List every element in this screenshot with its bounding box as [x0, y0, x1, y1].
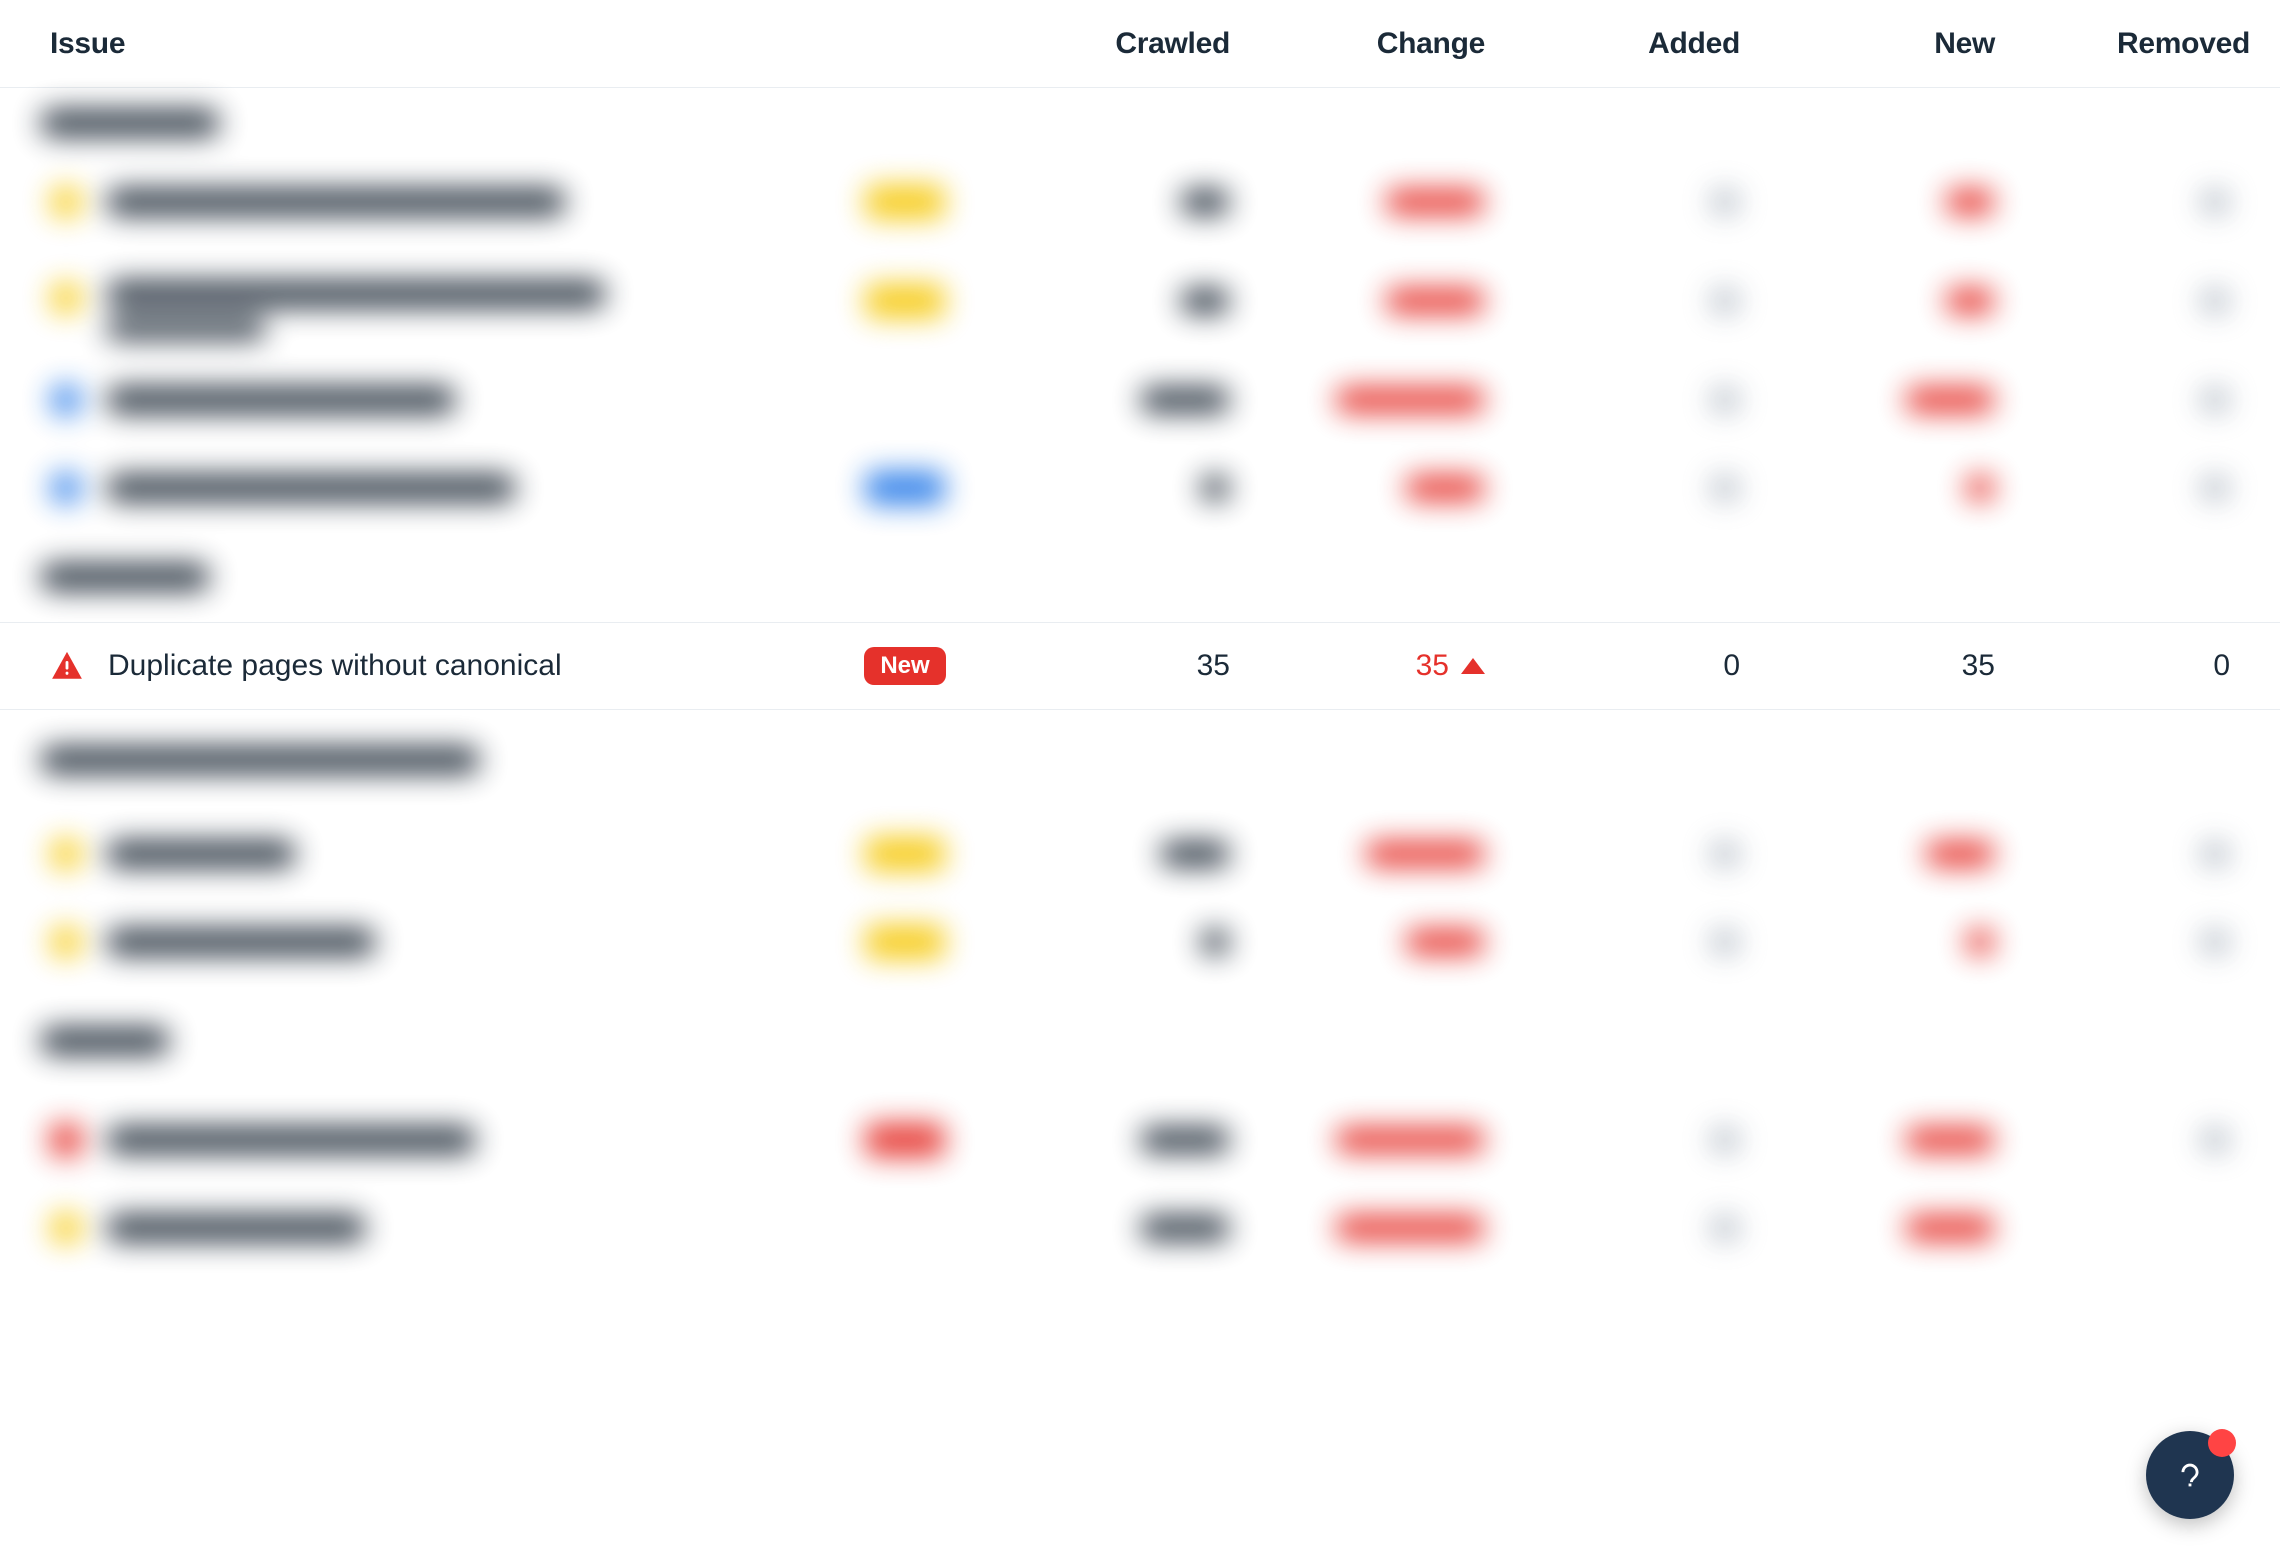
blurred-section-1 — [0, 88, 2280, 622]
col-header-added[interactable]: Added — [1495, 27, 1750, 61]
col-header-issue[interactable]: Issue — [50, 27, 995, 61]
issue-cell: Duplicate pages without canonical — [50, 649, 825, 683]
tag-cell: New — [825, 647, 985, 685]
new-cell: 35 — [1750, 649, 2005, 683]
caret-up-icon — [1461, 658, 1485, 674]
new-badge: New — [864, 647, 945, 685]
col-header-change[interactable]: Change — [1240, 27, 1495, 61]
issue-row-duplicate-pages-without-canonical[interactable]: Duplicate pages without canonical New 35… — [0, 622, 2280, 710]
error-triangle-icon — [50, 649, 84, 683]
help-fab[interactable] — [2146, 1431, 2234, 1519]
crawled-cell: 35 — [985, 649, 1240, 683]
issues-table-view: Issue Crawled Change Added New Removed — [0, 0, 2280, 1565]
issue-label: Duplicate pages without canonical — [108, 649, 562, 683]
removed-cell: 0 — [2005, 649, 2260, 683]
question-icon — [2173, 1458, 2207, 1492]
notification-badge-icon — [2208, 1429, 2236, 1457]
change-value: 35 — [1416, 649, 1449, 683]
change-cell: 35 — [1240, 649, 1495, 683]
col-header-crawled[interactable]: Crawled — [995, 27, 1240, 61]
table-header: Issue Crawled Change Added New Removed — [0, 0, 2280, 88]
added-cell: 0 — [1495, 649, 1750, 683]
col-header-removed[interactable]: Removed — [2005, 27, 2260, 61]
col-header-new[interactable]: New — [1750, 27, 2005, 61]
blurred-section-2 — [0, 710, 2280, 1272]
